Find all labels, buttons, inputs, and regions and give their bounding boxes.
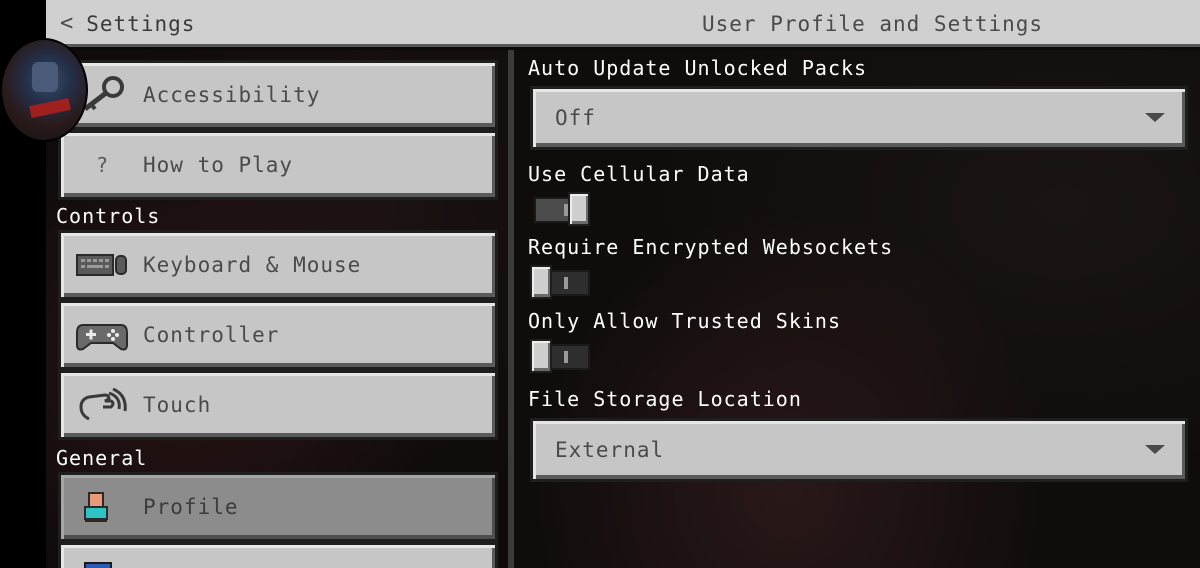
avatar-face	[32, 62, 58, 92]
sidebar-item-keyboard-mouse[interactable]: Keyboard & Mouse	[58, 230, 498, 300]
section-heading-general: General	[56, 446, 148, 470]
auto-update-label: Auto Update Unlocked Packs	[528, 56, 868, 80]
dropdown-value: Off	[555, 106, 596, 130]
avatar[interactable]	[0, 38, 88, 142]
keyboard-mouse-icon	[75, 245, 129, 285]
encrypted-websockets-label: Require Encrypted Websockets	[528, 235, 894, 259]
auto-update-dropdown[interactable]: Off	[530, 86, 1188, 150]
sidebar-item-partial[interactable]	[58, 542, 498, 568]
cellular-data-toggle[interactable]	[530, 192, 590, 226]
toggle-knob	[530, 339, 552, 373]
monitor-icon	[75, 551, 129, 568]
header-bar: < Settings User Profile and Settings	[46, 0, 1200, 47]
gamepad-icon	[75, 315, 129, 355]
sidebar-item-label: Keyboard & Mouse	[143, 253, 362, 277]
file-storage-dropdown[interactable]: External	[530, 418, 1188, 482]
sidebar-item-how-to-play[interactable]: ? How to Play	[58, 130, 498, 200]
cellular-data-label: Use Cellular Data	[528, 162, 750, 186]
profile-icon	[75, 487, 129, 527]
sidebar-item-accessibility[interactable]: Accessibility	[58, 60, 498, 130]
sidebar-item-controller[interactable]: Controller	[58, 300, 498, 370]
trusted-skins-label: Only Allow Trusted Skins	[528, 309, 841, 333]
back-button[interactable]: < Settings	[60, 0, 195, 47]
trusted-skins-toggle[interactable]	[530, 339, 590, 373]
toggle-indicator	[564, 351, 568, 363]
file-storage-label: File Storage Location	[528, 387, 802, 411]
settings-screen: < Settings User Profile and Settings Acc…	[0, 0, 1200, 568]
page-title: User Profile and Settings	[702, 11, 1044, 36]
question-icon: ?	[95, 153, 109, 177]
sidebar-item-label: Accessibility	[143, 83, 321, 107]
sidebar-item-label: Profile	[143, 495, 239, 519]
sidebar-item-touch[interactable]: Touch	[58, 370, 498, 440]
toggle-indicator	[564, 277, 568, 289]
touch-hand-icon	[75, 385, 129, 425]
dropdown-arrow-icon	[1145, 445, 1165, 454]
sidebar-item-label: Controller	[143, 323, 280, 347]
sidebar-item-label: Touch	[143, 393, 212, 417]
sidebar-item-label: How to Play	[143, 153, 294, 177]
back-label: Settings	[86, 11, 196, 36]
avatar-accent	[29, 97, 71, 119]
chevron-left-icon: <	[60, 11, 75, 36]
dropdown-value: External	[555, 438, 665, 462]
dropdown-arrow-icon	[1145, 113, 1165, 122]
encrypted-websockets-toggle[interactable]	[530, 265, 590, 299]
sidebar-item-profile[interactable]: Profile	[58, 472, 498, 542]
toggle-knob	[530, 265, 552, 299]
section-heading-controls: Controls	[56, 204, 161, 228]
toggle-knob	[568, 192, 590, 226]
